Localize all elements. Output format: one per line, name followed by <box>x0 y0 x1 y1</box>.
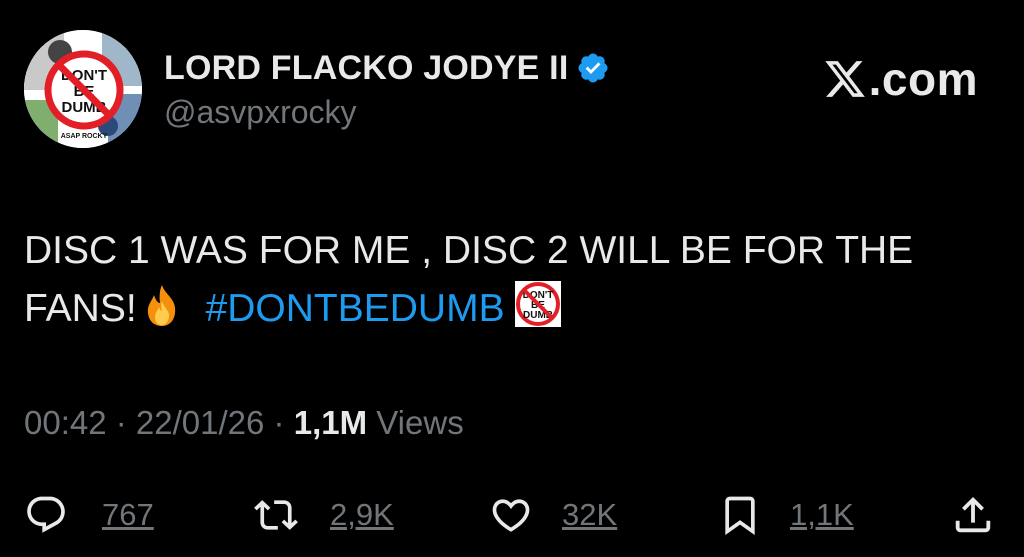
tweet-text-fans: FANS! <box>24 287 137 330</box>
like-count: 32K <box>562 497 618 532</box>
repost-icon <box>254 500 298 530</box>
display-name[interactable]: LORD FLACKO JODYE II <box>164 49 568 88</box>
x-logo-icon <box>822 57 868 101</box>
heart-icon <box>492 499 530 532</box>
tweet-text-line2: FANS! #DONTBEDUMB DON'T BE DUMB <box>24 280 1004 338</box>
action-bar: 767 2,9K 32K 1,1K <box>24 490 1000 540</box>
bookmark-button[interactable]: 1,1K <box>718 490 854 540</box>
tweet-header: DON'T BE DUMB ASAP ROCKY LORD FLACKO JOD… <box>24 30 1000 150</box>
dont-be-dumb-icon: DON'T BE DUMB <box>514 281 561 327</box>
x-com-brand: .com <box>822 52 978 106</box>
views-label: Views <box>367 404 464 441</box>
reply-button[interactable]: 767 <box>24 490 154 540</box>
reply-count: 767 <box>102 497 154 532</box>
fire-icon <box>141 283 183 327</box>
share-button[interactable] <box>950 490 996 540</box>
share-icon <box>955 496 991 533</box>
display-name-row: LORD FLACKO JODYE II <box>164 46 610 90</box>
avatar-image: DON'T BE DUMB ASAP ROCKY <box>24 30 142 148</box>
repost-button[interactable]: 2,9K <box>252 490 394 540</box>
bookmark-icon <box>725 496 755 536</box>
brand-text: .com <box>868 53 978 105</box>
bookmark-count: 1,1K <box>790 497 854 532</box>
author-names: LORD FLACKO JODYE II @asvpxrocky <box>164 46 610 131</box>
avatar-text-asap: ASAP ROCKY <box>61 133 108 140</box>
repost-count: 2,9K <box>330 497 394 532</box>
hashtag-link[interactable]: #DONTBEDUMB <box>206 287 505 330</box>
avatar[interactable]: DON'T BE DUMB ASAP ROCKY <box>24 30 142 148</box>
author-handle[interactable]: @asvpxrocky <box>164 94 610 131</box>
tweet-text: DISC 1 WAS FOR ME , DISC 2 WILL BE FOR T… <box>24 222 1004 338</box>
reply-icon <box>27 496 65 533</box>
like-button[interactable]: 32K <box>488 490 617 540</box>
meta-separator: · <box>106 404 136 441</box>
tweet-time[interactable]: 00:42 <box>24 404 107 441</box>
tweet-text-line1: DISC 1 WAS FOR ME , DISC 2 WILL BE FOR T… <box>24 229 914 272</box>
views-count: 1,1M <box>293 404 368 441</box>
tweet-date[interactable]: 22/01/26 <box>136 404 264 441</box>
verified-badge-icon[interactable] <box>576 51 610 85</box>
tweet-meta: 00:42 · 22/01/26 · 1,1M Views <box>24 404 464 442</box>
meta-separator: · <box>264 404 294 441</box>
